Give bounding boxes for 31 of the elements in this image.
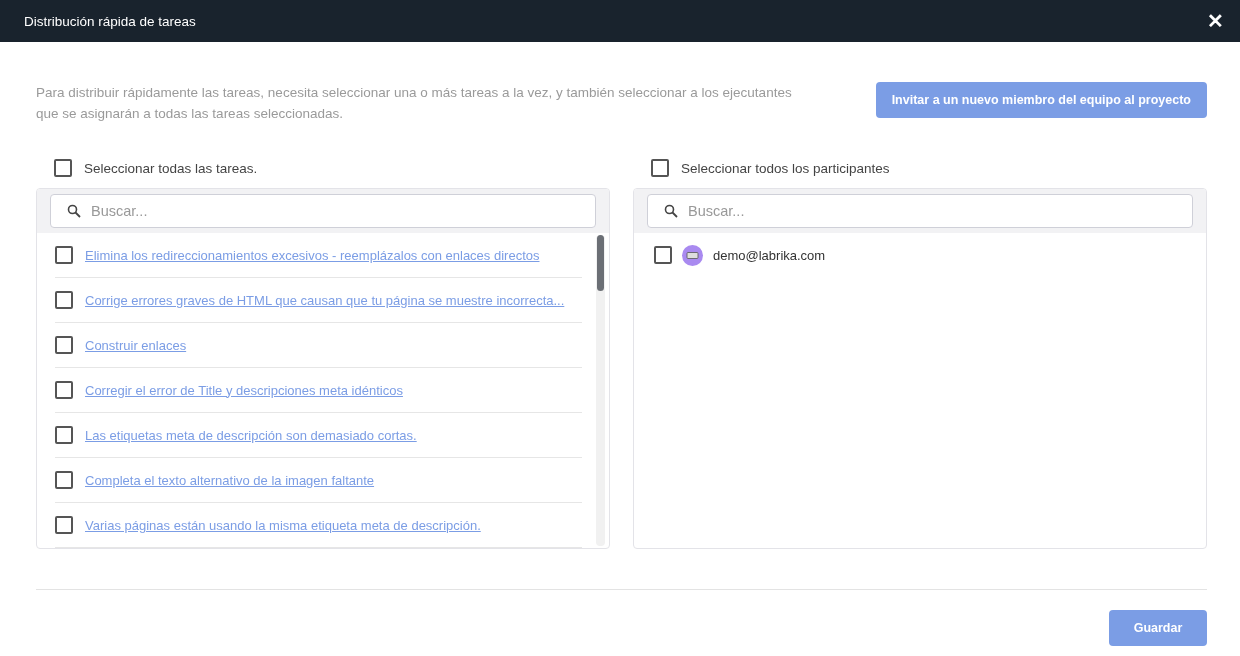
instructions-text: Para distribuir rápidamente las tareas, necesita seleccionar una o más tareas a la vez, y también seleccionar a los ejecutantes que se asignarán a todas las tareas seleccionadas. xyxy=(36,84,793,123)
select-all-participants-label: Seleccionar todos los participantes xyxy=(681,160,890,176)
participant-email: demo@labrika.com xyxy=(713,247,826,263)
task-link[interactable]: Varias páginas están usando la misma etiqueta meta de descripción. xyxy=(85,517,481,533)
checkbox[interactable] xyxy=(651,159,669,177)
save-button[interactable]: Guardar xyxy=(1109,610,1207,646)
checkbox[interactable] xyxy=(55,336,73,354)
task-link[interactable]: Elimina los redireccionamientos excesivos - reemplázalos con enlaces directos xyxy=(85,247,540,263)
task-link[interactable]: Corregir el error de Title y descripciones meta idénticos xyxy=(85,382,403,398)
scrollbar-thumb[interactable] xyxy=(597,235,604,291)
task-link[interactable]: Construir enlaces xyxy=(85,337,187,353)
search-icon xyxy=(664,204,678,218)
window-title: Distribución rápida de tareas xyxy=(24,13,196,29)
task-link[interactable]: Completa el texto alternativo de la imagen faltante xyxy=(85,472,375,488)
search-field[interactable]: Buscar... xyxy=(647,194,1193,228)
select-all-tasks-label: Seleccionar todas las tareas. xyxy=(84,160,258,176)
checkbox[interactable] xyxy=(55,471,73,489)
search-icon xyxy=(67,204,81,218)
checkbox[interactable] xyxy=(54,159,72,177)
checkbox[interactable] xyxy=(55,291,73,309)
search-field[interactable]: Buscar... xyxy=(50,194,596,228)
checkbox[interactable] xyxy=(654,246,672,264)
checkbox[interactable] xyxy=(55,381,73,399)
task-link[interactable]: Las etiquetas meta de descripción son demasiado cortas. xyxy=(85,427,417,443)
close-button[interactable]: ✕ xyxy=(1207,9,1224,33)
task-link[interactable]: Corrige errores graves de HTML que causan que tu página se muestre incorrecta... xyxy=(85,292,565,308)
checkbox[interactable] xyxy=(55,246,73,264)
checkbox[interactable] xyxy=(55,516,73,534)
invite-member-button[interactable]: Invitar a un nuevo miembro del equipo al proyecto xyxy=(875,82,1207,118)
avatar-icon xyxy=(682,244,703,266)
checkbox[interactable] xyxy=(55,426,73,444)
